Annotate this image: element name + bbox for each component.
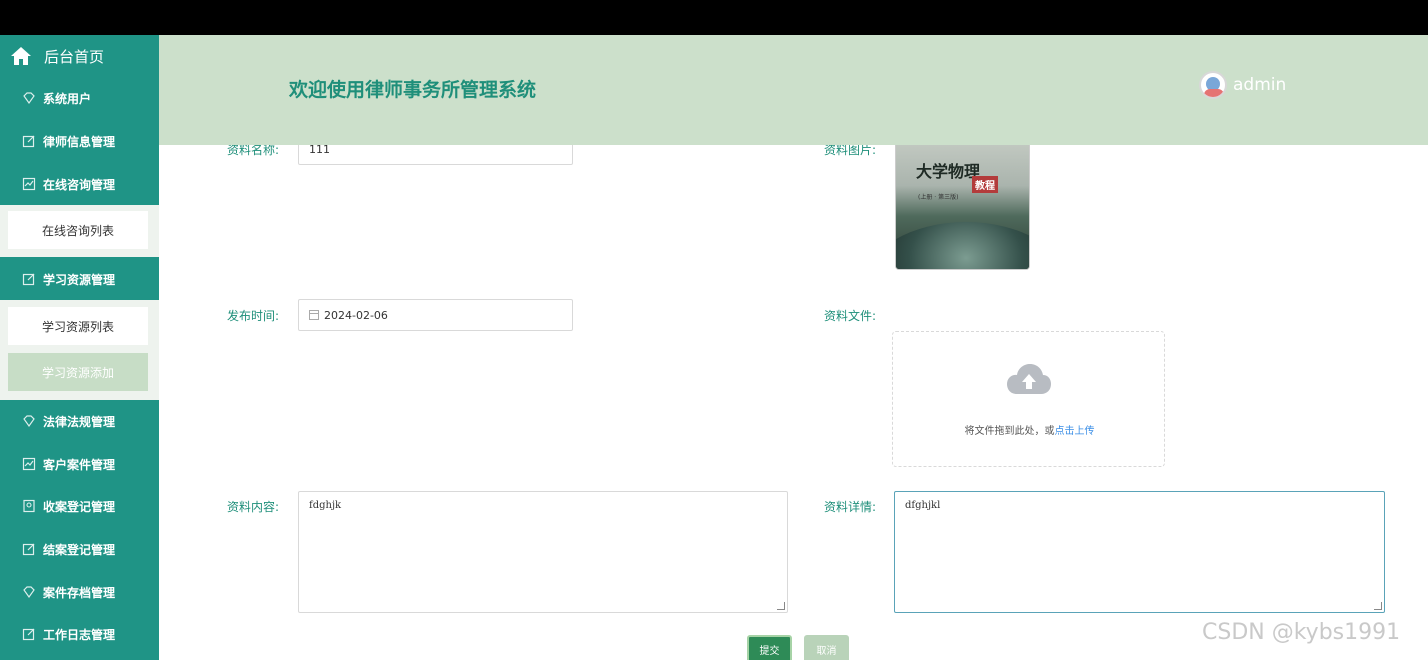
sidebar-sub-consult-list[interactable]: 在线咨询列表 (8, 211, 148, 249)
sidebar-item-label: 收案登记管理 (43, 499, 116, 514)
cancel-button[interactable]: 取消 (804, 635, 849, 660)
date-input[interactable]: 2024-02-06 (298, 299, 573, 331)
upload-hint: 将文件拖到此处，或点击上传 (893, 422, 1166, 437)
upload-hint-text: 将文件拖到此处，或 (964, 426, 1055, 437)
file-upload-dropzone[interactable]: 将文件拖到此处，或点击上传 (892, 331, 1165, 467)
sidebar-item-learning-resource[interactable]: 学习资源管理 (0, 258, 159, 300)
sidebar-item-label: 律师信息管理 (43, 134, 116, 149)
content-textarea[interactable]: fdghjk (298, 491, 788, 613)
diamond-icon (22, 414, 36, 428)
sidebar-sub-label: 学习资源添加 (41, 365, 114, 380)
edit-icon (22, 627, 36, 641)
book-title: 大学物理 (916, 162, 981, 181)
sidebar-item-label: 学习资源管理 (43, 272, 116, 287)
calendar-icon (309, 310, 319, 320)
detail-textarea[interactable]: dfghjkl (894, 491, 1385, 613)
top-black-bar (0, 0, 1428, 35)
submit-button[interactable]: 提交 (747, 635, 792, 660)
page-title: 欢迎使用律师事务所管理系统 (289, 79, 537, 101)
sidebar-item-label: 系统用户 (43, 91, 92, 106)
detail-value: dfghjkl (905, 500, 941, 511)
sidebar-item-case-intake[interactable]: 收案登记管理 (0, 485, 159, 527)
avatar (1199, 71, 1227, 99)
chart-icon (22, 177, 36, 191)
sidebar-item-lawyer-info[interactable]: 律师信息管理 (0, 120, 159, 162)
cloud-upload-icon (1007, 364, 1051, 394)
content-label: 资料内容: (227, 500, 280, 514)
username: admin (1233, 75, 1287, 95)
sidebar-item-label: 客户案件管理 (43, 457, 116, 472)
diamond-icon (22, 585, 36, 599)
sidebar-sub-label: 在线咨询列表 (41, 223, 114, 238)
sidebar-item-laws[interactable]: 法律法规管理 (0, 400, 159, 442)
resize-handle[interactable] (777, 602, 785, 610)
sidebar-item-case-close[interactable]: 结案登记管理 (0, 528, 159, 570)
sidebar-item-client-cases[interactable]: 客户案件管理 (0, 443, 159, 485)
user-menu[interactable]: admin (1199, 71, 1286, 99)
sidebar-item-home[interactable]: 后台首页 (0, 35, 159, 77)
file-label: 资料文件: (824, 309, 877, 323)
sidebar-item-online-consult[interactable]: 在线咨询管理 (0, 163, 159, 205)
sidebar-item-label: 在线咨询管理 (43, 177, 116, 192)
watermark: CSDN @kybs1991 (1202, 620, 1401, 645)
sidebar: 后台首页 系统用户 律师信息管理 在线咨询管理 在线咨询列表 学习资源管理 学习… (0, 35, 159, 660)
submenu-resource: 学习资源列表 学习资源添加 (0, 300, 159, 400)
sidebar-item-label: 后台首页 (44, 47, 105, 66)
resource-image[interactable]: 大学物理 教程 (上册 · 第三版) (895, 129, 1030, 270)
sidebar-sub-label: 学习资源列表 (41, 319, 114, 334)
sidebar-item-label: 结案登记管理 (43, 542, 116, 557)
book-subtitle: 教程 (972, 176, 998, 193)
book-edition: (上册 · 第三版) (918, 194, 959, 201)
sidebar-item-label: 工作日志管理 (43, 627, 116, 642)
sidebar-item-case-archive[interactable]: 案件存档管理 (0, 571, 159, 613)
main-content: 欢迎使用律师事务所管理系统 admin 资料名称: 111 资料图片: 大学物理… (159, 35, 1428, 660)
sidebar-item-work-log[interactable]: 工作日志管理 (0, 613, 159, 655)
sidebar-item-label: 法律法规管理 (43, 414, 116, 429)
sidebar-sub-resource-add[interactable]: 学习资源添加 (8, 353, 148, 391)
click-upload-link[interactable]: 点击上传 (1055, 426, 1095, 437)
sidebar-item-label: 案件存档管理 (43, 585, 116, 600)
home-icon (10, 45, 32, 67)
submenu-consult: 在线咨询列表 (0, 205, 159, 257)
resize-handle[interactable] (1374, 602, 1382, 610)
diamond-icon (22, 91, 36, 105)
sidebar-item-system-users[interactable]: 系统用户 (0, 77, 159, 119)
document-icon (22, 499, 36, 513)
sidebar-sub-resource-list[interactable]: 学习资源列表 (8, 307, 148, 345)
time-label: 发布时间: (227, 309, 280, 323)
chart-icon (22, 457, 36, 471)
edit-icon (22, 542, 36, 556)
detail-label: 资料详情: (824, 500, 877, 514)
date-value: 2024-02-06 (324, 308, 388, 322)
content-value: fdghjk (309, 500, 342, 511)
edit-icon (22, 134, 36, 148)
header: 欢迎使用律师事务所管理系统 admin (159, 35, 1428, 145)
earth-graphic (896, 222, 1029, 269)
edit-icon (22, 272, 36, 286)
